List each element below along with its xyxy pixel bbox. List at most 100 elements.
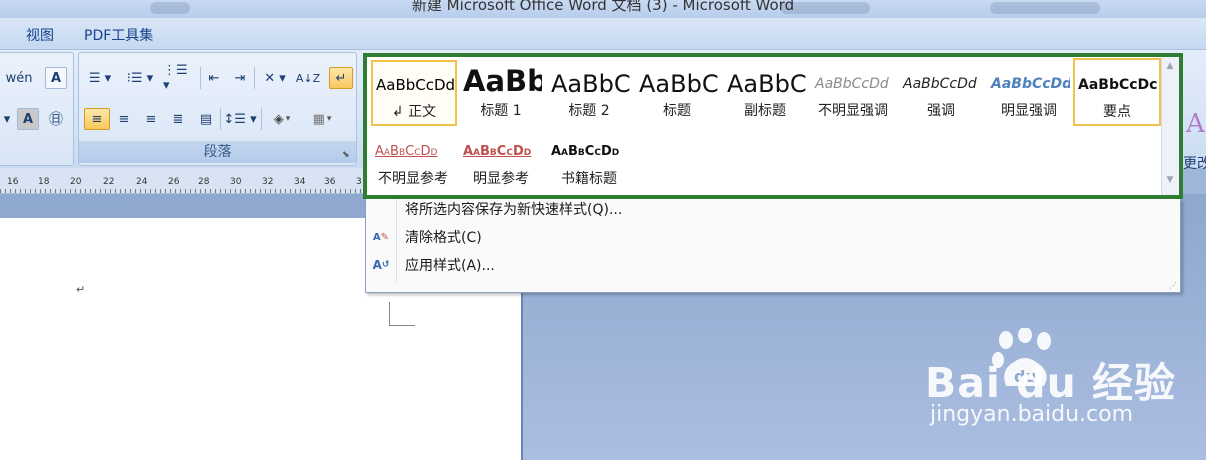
paragraph-mark: ↵ [76, 283, 86, 296]
shading-button[interactable]: ◈ ▾ [264, 108, 300, 130]
style-normal[interactable]: AaBbCcDd ↲ 正文 [371, 60, 457, 126]
decrease-indent-button[interactable]: ⇤ [202, 67, 226, 89]
sort-button[interactable]: A↓Z [296, 67, 320, 89]
ruler-number: 22 [103, 177, 115, 187]
style-sample: AaBbCcDd [815, 76, 889, 92]
paragraph-group-label: 段落 [79, 141, 356, 163]
char-border-button[interactable]: A [45, 67, 67, 89]
dialog-launcher-icon[interactable]: ⬊ [342, 150, 352, 160]
paragraph-group: ☰ ▾ ⁝☰ ▾ ⋮☰ ▾ ⇤ ⇥ ✕ ▾ A↓Z ↵ ≡ ≡ ≡ ≣ ▤ ↕☰… [78, 52, 357, 166]
style-subtitle[interactable]: AaBbC 副标题 [723, 60, 807, 124]
style-label: ↲ 正文 [391, 104, 437, 120]
ribbon-tab-strip: 视图 PDF工具集 [0, 18, 1206, 50]
clear-format-icon: A ✎ [372, 231, 390, 243]
quick-styles-gallery: AaBbCcDd ↲ 正文 AaBb 标题 1 AaBbC 标题 2 AaBbC… [363, 53, 1183, 199]
style-label: 明显参考 [473, 171, 529, 187]
apply-styles-icon: A ↺ [372, 258, 390, 272]
style-label: 强调 [927, 103, 955, 119]
style-subtle-emphasis[interactable]: AaBbCcDd 不明显强调 [811, 60, 895, 124]
distributed-button[interactable]: ▤ [193, 108, 219, 130]
line-spacing-button[interactable]: ↕☰ ▾ [222, 108, 258, 130]
ruler-number: 18 [38, 177, 50, 187]
style-sample: AaBbCcDd [991, 76, 1070, 92]
scroll-up-icon[interactable]: ▲ [1165, 61, 1175, 71]
separator [220, 108, 221, 130]
style-sample: AaBbCcDd [375, 144, 438, 159]
menu-item-apply-styles[interactable]: A ↺ 应用样式(A)... [366, 252, 1181, 278]
borders-button[interactable]: ▦ ▾ [304, 108, 340, 130]
style-label: 不明显参考 [378, 171, 448, 187]
style-label: 副标题 [744, 103, 786, 119]
align-left-button[interactable]: ≡ [84, 108, 110, 130]
style-subtle-reference[interactable]: AaBbCcDd 不明显参考 [371, 128, 455, 192]
change-styles-icon: A [1186, 109, 1205, 139]
margin-corner-mark [389, 325, 415, 326]
style-sample: AaBbCcDc [1078, 77, 1158, 93]
style-intense-emphasis[interactable]: AaBbCcDd 明显强调 [987, 60, 1071, 124]
title-bar: 新建 Microsoft Office Word 文档 (3) - Micros… [0, 0, 1206, 18]
ruler-number: 28 [198, 177, 210, 187]
separator [200, 67, 201, 89]
style-label: 标题 2 [568, 103, 610, 119]
ruler-number: 36 [324, 177, 336, 187]
scroll-down-icon[interactable]: ▼ [1165, 175, 1175, 185]
menu-item-label: 将所选内容保存为新快速样式(Q)... [405, 202, 623, 218]
ruler-number: 32 [262, 177, 274, 187]
ruler-number: 34 [294, 177, 306, 187]
enclose-char-icon[interactable]: ㊐ [45, 108, 67, 130]
ruler-number: 30 [230, 177, 242, 187]
style-title[interactable]: AaBbC 标题 [635, 60, 719, 124]
style-heading-1[interactable]: AaBb 标题 1 [459, 60, 543, 124]
separator [254, 67, 255, 89]
tab-pdf-tools[interactable]: PDF工具集 [84, 25, 153, 45]
chinese-layout-button[interactable]: ✕ ▾ [257, 67, 293, 89]
style-emphasis[interactable]: AaBbCcDd 强调 [899, 60, 983, 124]
align-right-button[interactable]: ≡ [138, 108, 164, 130]
ruler-number: 3 [356, 177, 362, 187]
style-label: 标题 [663, 103, 691, 119]
style-heading-2[interactable]: AaBbC 标题 2 [547, 60, 631, 124]
change-styles-label: 更改 [1183, 156, 1206, 172]
font-color-dropdown[interactable]: ▾ [1, 108, 13, 130]
styles-menu: 将所选内容保存为新快速样式(Q)... A ✎ 清除格式(C) A ↺ 应用样式(A… [365, 199, 1181, 293]
show-marks-button[interactable]: ↵ [329, 67, 353, 89]
gallery-scrollbar[interactable]: ▲ ▼ [1161, 57, 1179, 195]
multilevel-list-button[interactable]: ⋮☰ ▾ [162, 63, 198, 93]
style-sample: AaBbCcDd [903, 76, 977, 92]
align-center-button[interactable]: ≡ [111, 108, 137, 130]
justify-button[interactable]: ≣ [165, 108, 191, 130]
style-sample: AaBbCcDd [376, 76, 455, 94]
style-sample: AaBb [463, 65, 542, 97]
style-sample: AaBbC [551, 70, 630, 98]
menu-item-label: 清除格式(C) [405, 230, 482, 246]
horizontal-ruler[interactable]: 16 18 20 22 24 26 28 30 32 34 36 3 [0, 168, 364, 194]
ruler-number: 24 [136, 177, 148, 187]
style-book-title[interactable]: AaBbCcDd 书籍标题 [547, 128, 631, 192]
ruler-number: 16 [7, 177, 19, 187]
menu-item-save-quick-style[interactable]: 将所选内容保存为新快速样式(Q)... [366, 196, 1181, 222]
numbering-button[interactable]: ⁝☰ ▾ [122, 67, 158, 89]
tab-view[interactable]: 视图 [26, 25, 54, 45]
ruler-number: 26 [168, 177, 180, 187]
bullets-button[interactable]: ☰ ▾ [82, 67, 118, 89]
style-label: 不明显强调 [818, 103, 888, 119]
menu-item-clear-formatting[interactable]: A ✎ 清除格式(C) [366, 224, 1181, 250]
style-sample: AaBbC [727, 70, 806, 98]
watermark-logo: Bai du 经验 [925, 359, 1177, 407]
style-label: 标题 1 [480, 103, 522, 119]
style-intense-reference[interactable]: AaBbCcDd 明显参考 [459, 128, 543, 192]
menu-item-label: 应用样式(A)... [405, 258, 495, 274]
resize-grip-icon[interactable]: ⋰ [1169, 281, 1177, 290]
style-label: 要点 [1103, 104, 1131, 120]
style-label: 书籍标题 [561, 171, 617, 187]
phonetic-guide-button[interactable]: wén [5, 67, 33, 89]
style-label: 明显强调 [1001, 103, 1057, 119]
char-shading-button[interactable]: A [17, 108, 39, 130]
window-title: 新建 Microsoft Office Word 文档 (3) - Micros… [411, 0, 795, 14]
style-sample: AaBbCcDd [551, 144, 620, 159]
style-strong[interactable]: AaBbCcDc 要点 [1073, 58, 1161, 126]
increase-indent-button[interactable]: ⇥ [228, 67, 252, 89]
style-sample: AaBbCcDd [463, 144, 532, 159]
separator [261, 108, 262, 130]
style-sample: AaBbC [639, 70, 718, 98]
